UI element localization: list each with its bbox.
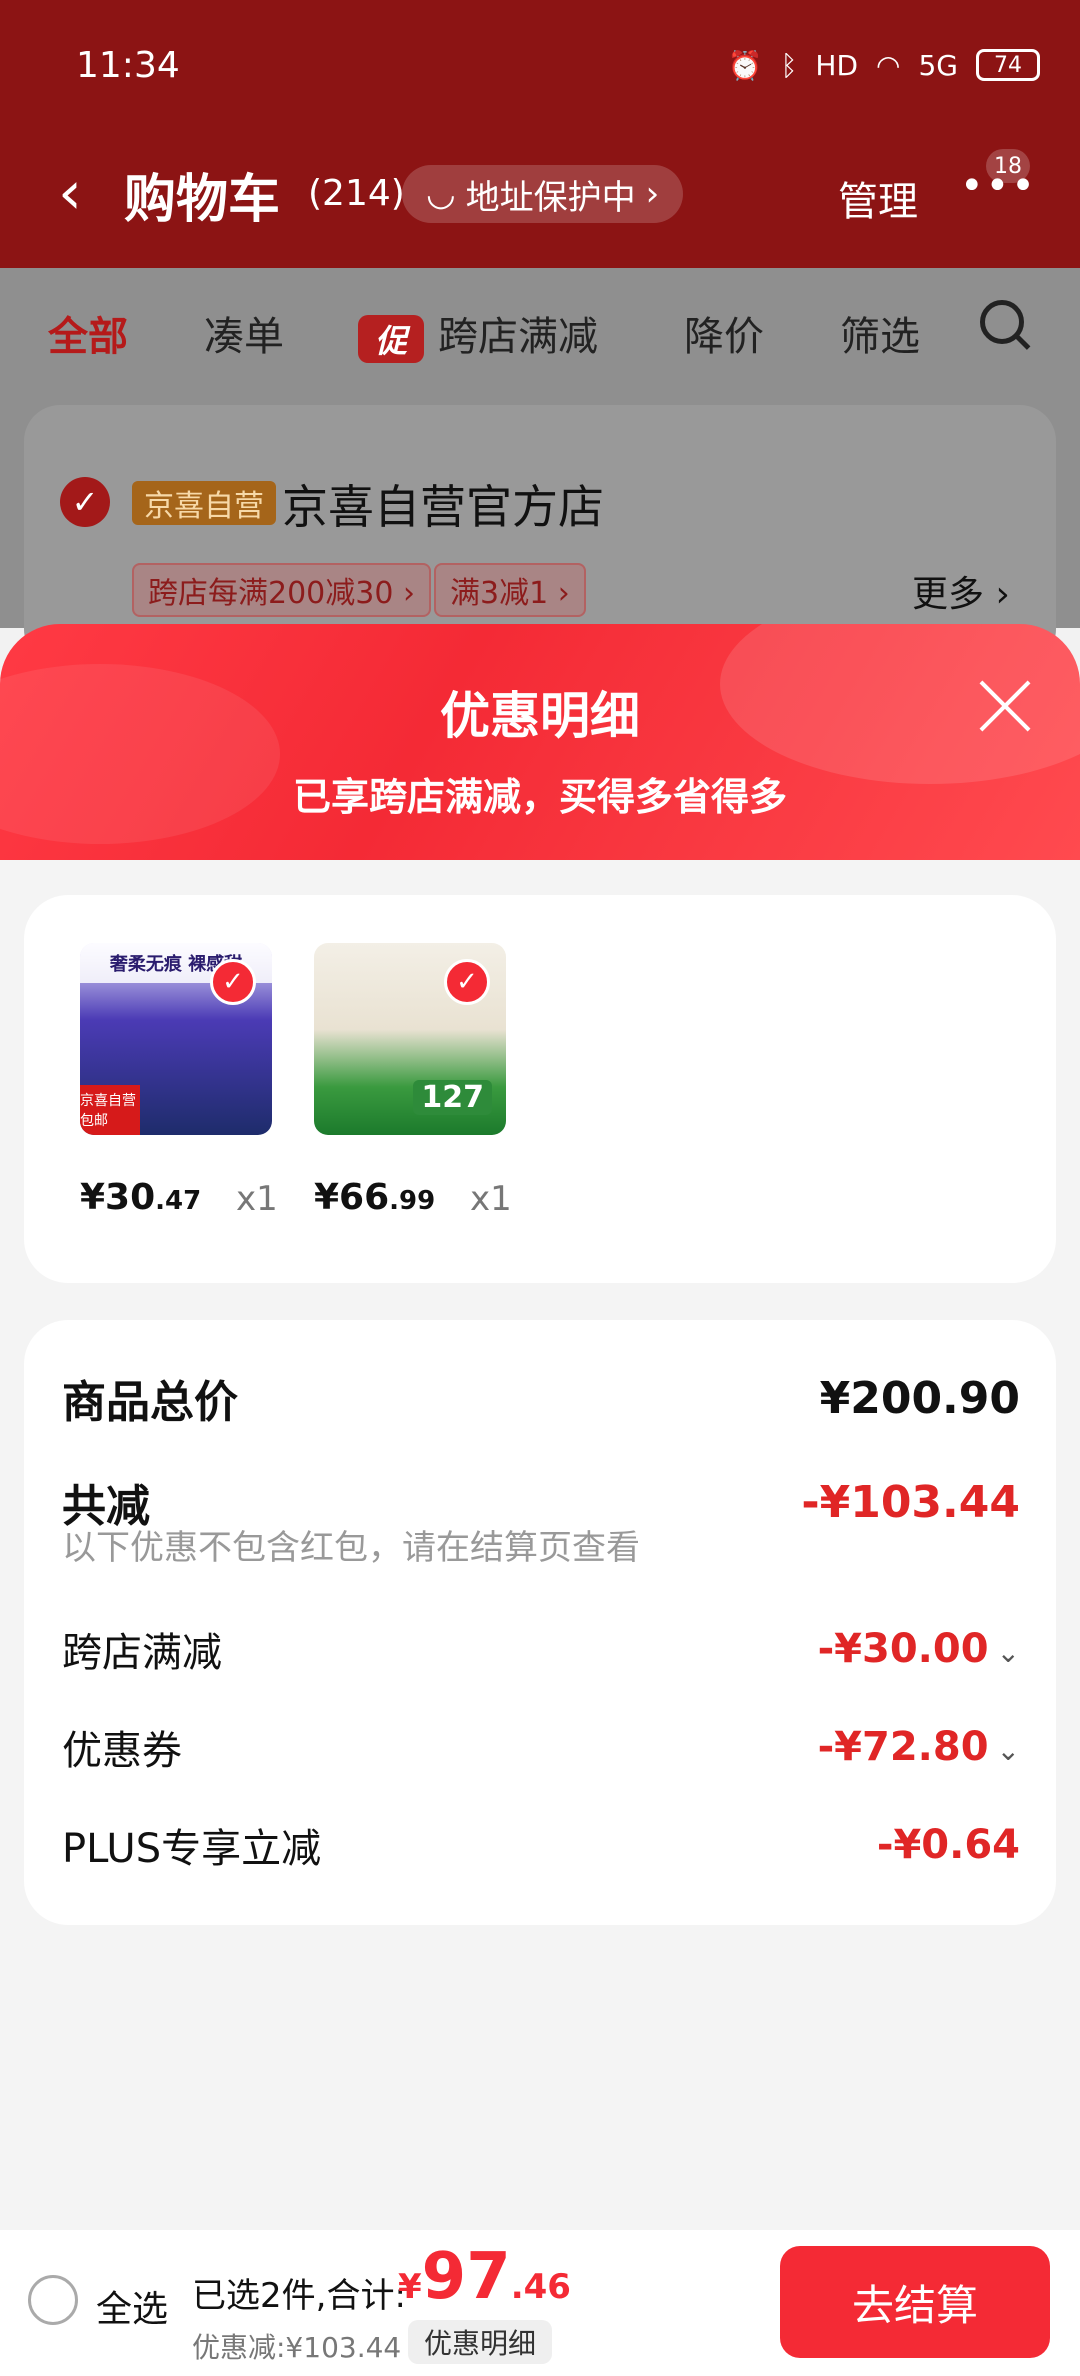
total-discount-value: -¥103.44 — [801, 1476, 1020, 1528]
total-decimal: .46 — [510, 2267, 571, 2307]
title-bar: ‹ 购物车 (214) ◡ 地址保护中 › 管理 ••• 18 — [0, 149, 1080, 235]
product-image-price: 127 — [413, 1080, 492, 1115]
discount-item-label: 优惠券 — [62, 1728, 182, 1774]
discount-summary-card: 商品总价 ¥200.90 共减 -¥103.44 以下优惠不包含红包，请在结算页… — [24, 1320, 1056, 1925]
cart-header: 11:34 ⏰ ᛒ HD ◠ 5G 74 ‹ 购物车 (214) ◡ 地址保护中… — [0, 0, 1080, 268]
tab-price-drop[interactable]: 降价 — [684, 304, 764, 362]
status-bar: 11:34 ⏰ ᛒ HD ◠ 5G 74 — [76, 40, 1040, 90]
cart-count: (214) — [308, 173, 405, 214]
address-protection-label: 地址保护中 — [465, 177, 636, 218]
promo-tag-icon: 促 — [358, 315, 424, 363]
price-integer: ¥30 — [80, 1177, 156, 1218]
select-all-label[interactable]: 全选 — [96, 2280, 168, 2332]
back-icon[interactable]: ‹ — [58, 163, 82, 223]
product-quantity: x1 — [470, 1179, 512, 1219]
cart-tabs: 全部 凑单 促跨店满减 降价 筛选 — [0, 268, 1080, 388]
store-checkbox[interactable]: ✓ — [60, 477, 110, 527]
sheet-subtitle: 已享跨店满减，买得多省得多 — [292, 775, 787, 819]
bluetooth-icon: ᛒ — [780, 48, 798, 82]
product-image-corner: 京喜自营 包邮 — [80, 1085, 140, 1135]
product-image: 127 ✓ — [314, 943, 506, 1135]
discount-amount: -¥72.80 — [817, 1724, 989, 1770]
alarm-icon: ⏰ — [727, 48, 763, 82]
product-price: ¥30.47 — [80, 1177, 201, 1218]
discount-item-cross-store[interactable]: 跨店满减 -¥30.00 ⌄ — [62, 1620, 1020, 1678]
chevron-down-icon: ⌄ — [996, 1734, 1020, 1767]
tab-bundle[interactable]: 凑单 — [204, 304, 284, 362]
total-price-value: ¥200.90 — [819, 1372, 1020, 1424]
chevron-right-icon: › — [645, 174, 660, 214]
store-badge: 京喜自营 — [132, 481, 276, 525]
discount-item-coupon[interactable]: 优惠券 -¥72.80 ⌄ — [62, 1718, 1020, 1776]
product-quantity: x1 — [236, 1179, 278, 1219]
discount-item-plus: PLUS专享立减 -¥0.64 — [62, 1816, 1020, 1874]
total-integer: 97 — [421, 2240, 511, 2314]
sheet-title: 优惠明细 — [440, 687, 640, 745]
tab-cross-store[interactable]: 促跨店满减 — [358, 304, 598, 363]
page-title: 购物车 — [124, 170, 281, 230]
store-promo-tag[interactable]: 满3减1 › — [434, 563, 586, 617]
hd-icon: HD — [815, 48, 859, 82]
store-name-link[interactable]: 京喜自营官方店 — [282, 471, 604, 537]
total-price-label: 商品总价 — [62, 1377, 238, 1428]
tab-cross-store-label: 跨店满减 — [438, 314, 598, 360]
checkout-bar: 全选 已选2件,合计: ¥97.46 优惠减:¥103.44 优惠明细 去结算 — [0, 2230, 1080, 2376]
price-decimal: .99 — [389, 1186, 436, 1216]
discount-item-label: 跨店满减 — [62, 1630, 222, 1676]
selected-summary: 已选2件,合计: — [192, 2276, 406, 2316]
wifi-icon: ◠ — [876, 48, 901, 82]
tab-filter[interactable]: 筛选 — [840, 304, 920, 362]
message-badge: 18 — [986, 149, 1030, 183]
discount-detail-button[interactable]: 优惠明细 — [408, 2320, 553, 2364]
total-price-row: 商品总价 ¥200.90 — [62, 1366, 1020, 1430]
store-more-link[interactable]: 更多 › — [912, 565, 1010, 617]
price-integer: ¥66 — [314, 1177, 390, 1218]
store-promo-tag[interactable]: 跨店每满200减30 › — [132, 563, 431, 617]
discount-item-value: -¥72.80 ⌄ — [818, 1724, 1020, 1770]
manage-button[interactable]: 管理 — [838, 169, 918, 227]
product-item[interactable]: 127 ✓ ¥66.99 x1 — [314, 943, 512, 1219]
status-icons: ⏰ ᛒ HD ◠ 5G 74 — [728, 49, 1040, 82]
checkout-button[interactable]: 去结算 — [780, 2246, 1050, 2358]
discount-item-label: PLUS专享立减 — [62, 1826, 322, 1872]
battery-icon: 74 — [976, 49, 1040, 81]
search-icon[interactable] — [980, 300, 1024, 344]
product-item[interactable]: 奢柔无痕 裸感甜 京喜自营 包邮 ✓ ¥30.47 x1 — [80, 943, 278, 1219]
eye-closed-icon: ◡ — [426, 174, 456, 214]
address-protection-button[interactable]: ◡ 地址保护中 › — [402, 165, 684, 223]
sheet-header: 优惠明细 已享跨店满减，买得多省得多 — [0, 624, 1080, 864]
saved-amount: 优惠减:¥103.44 — [192, 2331, 402, 2364]
product-image: 奢柔无痕 裸感甜 京喜自营 包邮 ✓ — [80, 943, 272, 1135]
discount-note: 以下优惠不包含红包，请在结算页查看 — [62, 1528, 640, 1568]
discount-item-value: -¥30.00 ⌄ — [818, 1626, 1020, 1672]
discount-amount: -¥30.00 — [817, 1626, 989, 1672]
currency-symbol: ¥ — [398, 2267, 422, 2307]
signal-icon: 5G — [918, 48, 958, 82]
price-decimal: .47 — [155, 1186, 202, 1216]
tab-all[interactable]: 全部 — [48, 304, 128, 362]
selected-check-icon: ✓ — [210, 959, 256, 1005]
chevron-down-icon: ⌄ — [996, 1636, 1020, 1669]
product-price: ¥66.99 — [314, 1177, 435, 1218]
selected-products-card: 奢柔无痕 裸感甜 京喜自营 包邮 ✓ ¥30.47 x1 127 ✓ ¥66.9… — [24, 895, 1056, 1283]
select-all-checkbox[interactable] — [28, 2275, 78, 2325]
status-time: 11:34 — [76, 44, 180, 86]
cart-total-price: ¥97.46 — [398, 2240, 571, 2314]
discount-item-value: -¥0.64 — [876, 1822, 1020, 1868]
selected-check-icon: ✓ — [444, 959, 490, 1005]
close-icon[interactable] — [975, 676, 1035, 736]
